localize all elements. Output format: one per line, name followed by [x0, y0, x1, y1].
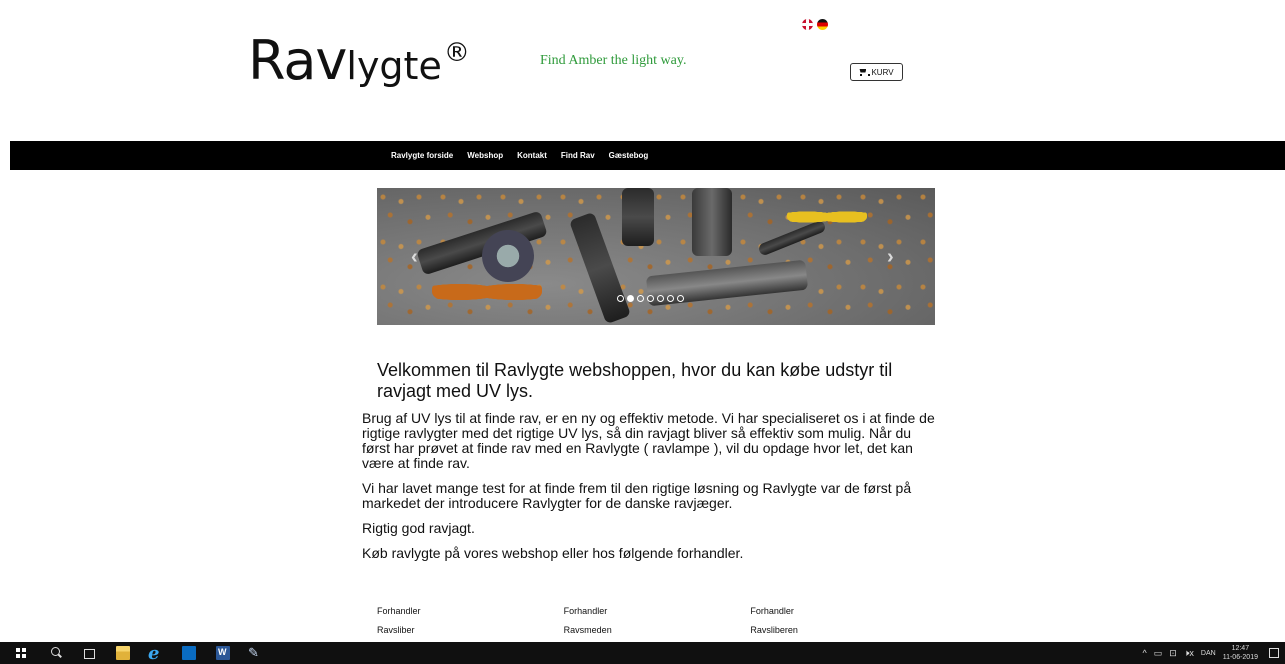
yellow-glasses-image: [787, 206, 867, 228]
carousel-dot[interactable]: [637, 295, 644, 302]
cart-icon: [859, 69, 871, 76]
image-carousel[interactable]: ‹ ›: [377, 188, 935, 325]
system-tray: ^ ▭ ⊡ 🕨x DAN 12:47 11-06-2019: [1142, 642, 1285, 664]
danish-flag-icon[interactable]: [802, 19, 813, 30]
welcome-heading: Velkommen til Ravlygte webshoppen, hvor …: [377, 360, 893, 401]
carousel-next-icon[interactable]: ›: [887, 246, 894, 269]
dealer-item: Forhandler Ravsmeden: [564, 602, 751, 640]
german-flag-icon[interactable]: [817, 19, 828, 30]
battery-icon[interactable]: ▭: [1154, 648, 1163, 659]
carousel-prev-icon[interactable]: ‹: [411, 246, 418, 269]
main-content: Velkommen til Ravlygte webshoppen, hvor …: [362, 360, 942, 571]
nav-item-forside[interactable]: Ravlygte forside: [391, 151, 453, 160]
nav-menu: Ravlygte forside Webshop Kontakt Find Ra…: [391, 141, 648, 170]
nav-item-kontakt[interactable]: Kontakt: [517, 151, 547, 160]
uv-flashlight-image: [622, 188, 654, 246]
clock[interactable]: 12:47 11-06-2019: [1223, 644, 1258, 662]
dealers-intro-paragraph: Køb ravlygte på vores webshop eller hos …: [362, 545, 744, 561]
search-icon[interactable]: [49, 646, 63, 660]
dealer-list: Forhandler Ravsliber Forhandler Ravsmede…: [377, 602, 937, 640]
clock-time: 12:47: [1231, 645, 1250, 652]
notifications-icon[interactable]: [1269, 648, 1279, 658]
greeting-paragraph: Rigtig god ravjagt.: [362, 520, 475, 536]
dealer-label: Forhandler: [750, 606, 794, 616]
carousel-indicators: [617, 295, 684, 302]
logo-text-rav: Rav: [248, 29, 347, 92]
dealer-label: Forhandler: [563, 606, 608, 616]
orange-glasses-image: [432, 276, 542, 308]
dealer-name[interactable]: Ravsliber: [377, 621, 564, 640]
word-icon[interactable]: [216, 646, 230, 660]
nav-item-webshop[interactable]: Webshop: [467, 151, 503, 160]
cart-label: KURV: [871, 67, 894, 77]
carousel-dot[interactable]: [647, 295, 654, 302]
volume-icon[interactable]: 🕨x: [1184, 648, 1194, 659]
show-hidden-icons-icon[interactable]: ^: [1142, 648, 1146, 658]
paint-icon[interactable]: ✎: [248, 645, 262, 660]
task-view-icon[interactable]: [82, 646, 96, 660]
windows-start-icon[interactable]: [14, 646, 28, 660]
cart-button[interactable]: KURV: [850, 63, 903, 81]
carousel-dot[interactable]: [617, 295, 624, 302]
carousel-dot[interactable]: [667, 295, 674, 302]
network-icon[interactable]: ⊡: [1169, 648, 1177, 659]
dealer-item: Forhandler Ravsliber: [377, 602, 564, 640]
carousel-dot[interactable]: [677, 295, 684, 302]
site-tagline: Find Amber the light way.: [540, 53, 687, 68]
windows-taskbar: e ✎ ^ ▭ ⊡ 🕨x DAN 12:47 11-06-2019: [0, 642, 1285, 664]
logo-registered-mark: ®: [443, 38, 470, 68]
uv-flashlight-image: [692, 188, 732, 256]
intro-paragraph: Brug af UV lys til at finde rav, er en n…: [362, 410, 935, 471]
language-selector: [802, 19, 828, 30]
internet-explorer-icon[interactable]: e: [148, 643, 164, 664]
site-logo[interactable]: Ravlygte®: [248, 34, 470, 88]
carousel-dot[interactable]: [627, 295, 634, 302]
dealer-item: Forhandler Ravsliberen: [750, 602, 937, 640]
outlook-icon[interactable]: [182, 646, 196, 660]
nav-item-find-rav[interactable]: Find Rav: [561, 151, 595, 160]
dealer-name[interactable]: Ravsmeden: [564, 621, 751, 640]
input-language-indicator[interactable]: DAN: [1201, 650, 1216, 657]
led-head-image: [482, 230, 534, 282]
main-navbar: Ravlygte forside Webshop Kontakt Find Ra…: [10, 141, 1285, 170]
file-explorer-icon[interactable]: [116, 646, 130, 660]
carousel-dot[interactable]: [657, 295, 664, 302]
testing-paragraph: Vi har lavet mange test for at finde fre…: [362, 480, 912, 511]
logo-text-lygte: lygte: [346, 44, 442, 88]
nav-item-gaestebog[interactable]: Gæstebog: [609, 151, 649, 160]
dealer-name[interactable]: Ravsliberen: [750, 621, 937, 640]
clock-date: 11-06-2019: [1222, 654, 1258, 661]
dealer-label: Forhandler: [377, 606, 421, 616]
